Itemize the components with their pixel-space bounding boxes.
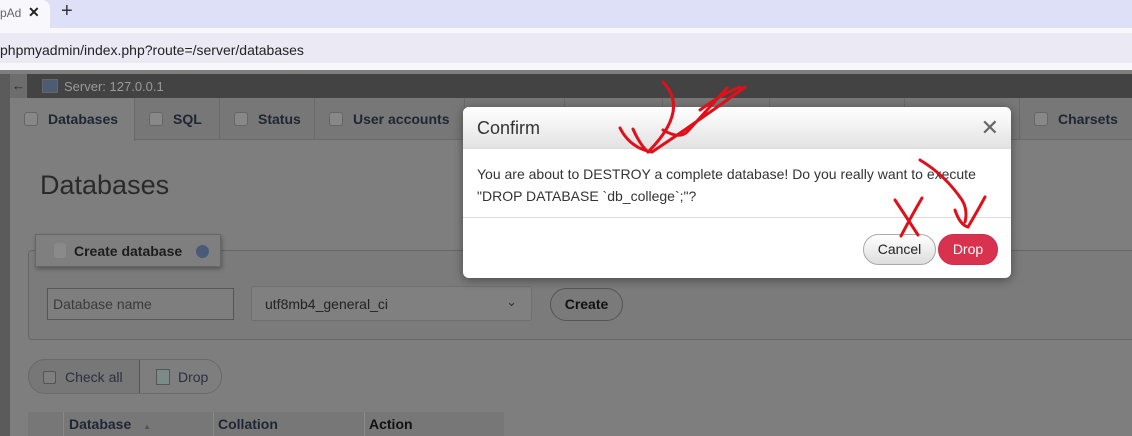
tab-user-accounts[interactable]: User accounts [315, 98, 465, 140]
sort-asc-icon: ▲ [143, 422, 152, 431]
chevron-down-icon: ⌄ [506, 294, 517, 309]
new-tab-button[interactable]: + [61, 0, 73, 23]
check-all-checkbox[interactable] [43, 371, 56, 384]
dialog-title: Confirm [463, 107, 1011, 149]
address-bar: phpmyadmin/index.php?route=/server/datab… [0, 28, 1132, 70]
url-field[interactable]: phpmyadmin/index.php?route=/server/datab… [0, 33, 1132, 63]
page-title: Databases [40, 170, 170, 200]
column-action: Action [369, 416, 413, 432]
create-button[interactable]: Create [550, 288, 623, 321]
collation-select[interactable]: utf8mb4_general_ci ⌄ [251, 286, 532, 321]
user-accounts-icon [329, 112, 343, 126]
database-name-input[interactable]: Database name [47, 288, 234, 320]
create-database-legend: Create database [35, 234, 221, 267]
browser-tab-strip: pAd ✕ + [0, 0, 1132, 28]
close-tab-icon[interactable]: ✕ [28, 4, 40, 21]
tab-sql[interactable]: SQL [135, 98, 220, 140]
check-all[interactable]: Check all [29, 360, 139, 393]
browser-tab[interactable]: pAd ✕ [0, 0, 50, 28]
drop-icon [156, 369, 170, 385]
bulk-drop-button[interactable]: Drop [139, 360, 221, 393]
server-icon [42, 79, 58, 93]
bulk-actions: Check all Drop [28, 359, 222, 394]
tab-databases[interactable]: Databases [10, 98, 135, 141]
status-icon [234, 112, 248, 126]
tab-status[interactable]: Status [220, 98, 315, 140]
drop-button[interactable]: Drop [938, 234, 998, 265]
server-link[interactable]: Server: 127.0.0.1 [64, 79, 164, 94]
sql-icon [149, 112, 163, 126]
dialog-message: You are about to DESTROY a complete data… [463, 149, 1011, 218]
navigation-edge [0, 74, 10, 436]
cancel-button[interactable]: Cancel [863, 234, 936, 265]
help-icon[interactable] [196, 245, 209, 258]
back-arrow-icon[interactable]: ← [10, 74, 27, 98]
charsets-icon [1034, 112, 1048, 126]
databases-table-header: Database ▲ Collation Action [28, 412, 504, 436]
database-icon [24, 112, 38, 126]
column-database[interactable]: Database ▲ [69, 416, 151, 432]
server-breadcrumb: ← Server: 127.0.0.1 [10, 74, 1132, 98]
close-icon[interactable]: ✕ [981, 115, 999, 141]
confirm-dialog: Confirm ✕ You are about to DESTROY a com… [463, 107, 1011, 278]
database-add-icon [54, 243, 66, 258]
tab-charsets[interactable]: Charsets [1020, 98, 1132, 140]
column-collation[interactable]: Collation [218, 416, 278, 432]
